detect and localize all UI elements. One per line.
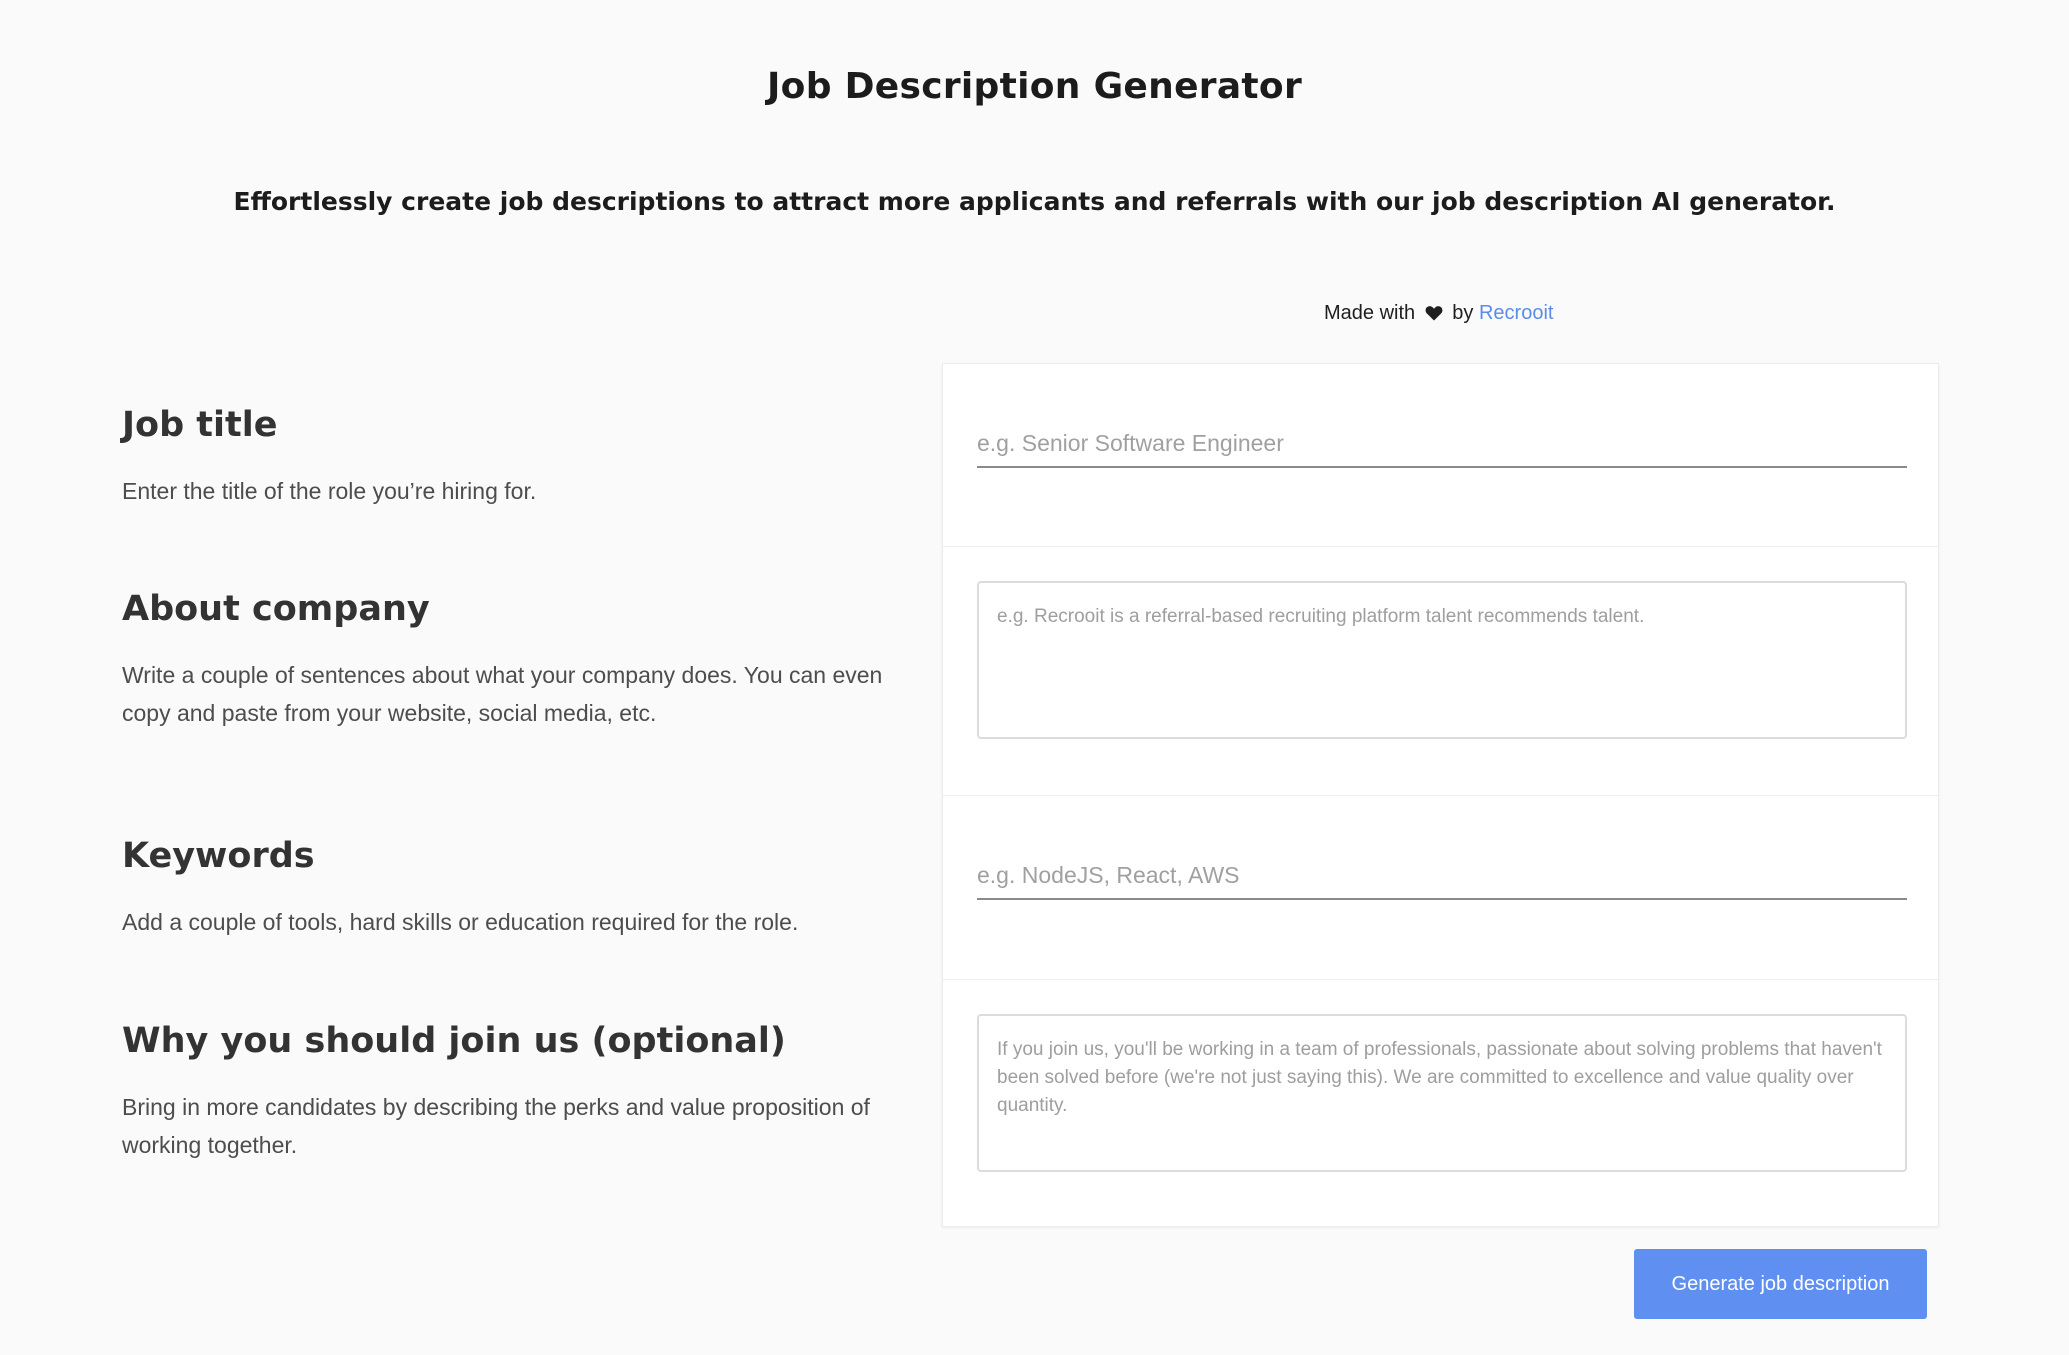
page-subtitle: Effortlessly create job descriptions to … [233, 187, 1836, 216]
about-company-section-label: About company Write a couple of sentence… [122, 588, 892, 732]
credit-by: by [1452, 302, 1474, 324]
about-company-heading: About company [122, 589, 430, 629]
credit-prefix: Made with [1324, 302, 1416, 324]
page-title: Job Description Generator [766, 66, 1303, 107]
credit-line: Made with by Recrooit [1324, 302, 1553, 327]
recrooit-link[interactable]: Recrooit [1479, 302, 1553, 324]
job-title-description: Enter the title of the role you’re hirin… [122, 478, 537, 504]
section-divider [943, 546, 1938, 547]
why-join-description: Bring in more candidates by describing t… [122, 1094, 870, 1158]
job-title-section-label: Job title Enter the title of the role yo… [122, 404, 892, 510]
why-join-heading: Why you should join us (optional) [122, 1021, 786, 1061]
section-divider [943, 795, 1938, 796]
about-company-description: Write a couple of sentences about what y… [122, 662, 883, 726]
form-card [942, 363, 1939, 1227]
keywords-section-label: Keywords Add a couple of tools, hard ski… [122, 835, 892, 941]
generate-job-description-button[interactable]: Generate job description [1634, 1249, 1927, 1319]
keywords-description: Add a couple of tools, hard skills or ed… [122, 909, 799, 935]
page: Job Description Generator Effortlessly c… [0, 0, 2069, 1355]
why-join-section-label: Why you should join us (optional) Bring … [122, 1020, 892, 1164]
about-company-textarea[interactable] [977, 581, 1907, 739]
keywords-input[interactable] [977, 852, 1907, 900]
job-title-heading: Job title [122, 405, 278, 445]
keywords-heading: Keywords [122, 836, 315, 876]
why-join-textarea[interactable] [977, 1014, 1907, 1172]
job-title-input[interactable] [977, 420, 1907, 468]
heart-icon [1425, 304, 1443, 327]
section-divider [943, 979, 1938, 980]
